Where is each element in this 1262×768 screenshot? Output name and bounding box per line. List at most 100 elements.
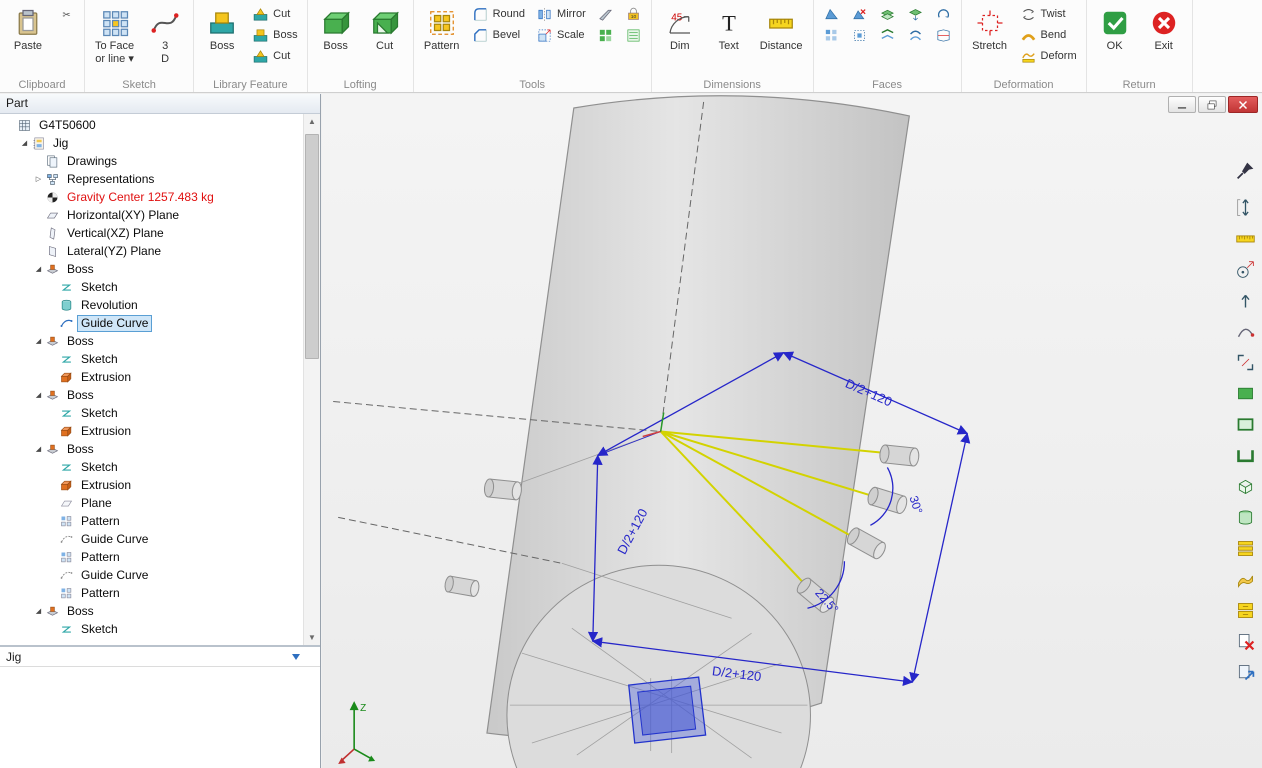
pin-button[interactable] — [1232, 158, 1258, 182]
corner-measure-button[interactable] — [1232, 350, 1258, 374]
library-boss-button[interactable]: Boss — [199, 4, 245, 54]
tree-expander-icon[interactable]: ▷ — [32, 175, 45, 183]
footer-row[interactable]: Jig — [0, 647, 320, 667]
close-button[interactable] — [1228, 96, 1258, 113]
tree-item-boss[interactable]: ◢Boss — [0, 260, 303, 278]
sketch-3d-button[interactable]: 3 D — [142, 4, 188, 67]
box-select-button[interactable] — [1232, 474, 1258, 498]
arrow-direction-button[interactable] — [1232, 288, 1258, 312]
library-cut2-button[interactable]: Cut — [248, 46, 301, 66]
tree-item-sketch[interactable]: Sketch — [0, 278, 303, 296]
ruler-horizontal-button[interactable] — [1232, 226, 1258, 250]
tree-item-revolution[interactable]: Revolution — [0, 296, 303, 314]
library-cut-button[interactable]: Cut — [248, 4, 301, 24]
restore-button[interactable] — [1198, 96, 1226, 113]
boss-cylinder-right-1[interactable] — [879, 444, 920, 466]
face-draft-button[interactable] — [819, 4, 844, 24]
viewport-canvas[interactable]: D/2+120 D/2+120 D/2+120 30° 22.5° Z — [322, 94, 1262, 768]
scroll-up-icon[interactable]: ▲ — [304, 114, 320, 129]
exit-button[interactable]: Exit — [1141, 4, 1187, 54]
tree-expander-icon[interactable]: ◢ — [32, 265, 45, 273]
tree-item-pattern[interactable]: Pattern — [0, 548, 303, 566]
tree-item-jig[interactable]: ◢Jig — [0, 134, 303, 152]
tree-item-extrusion[interactable]: Extrusion — [0, 476, 303, 494]
face-rotate-button[interactable] — [931, 4, 956, 24]
face-split-button[interactable] — [931, 25, 956, 45]
ok-button[interactable]: OK — [1092, 4, 1138, 54]
shell-select-button[interactable] — [1232, 443, 1258, 467]
face-twist-button[interactable] — [903, 25, 928, 45]
dim-button[interactable]: 45Dim — [657, 4, 703, 54]
face-select-button[interactable] — [1232, 381, 1258, 405]
tree-expander-icon[interactable]: ◢ — [18, 139, 31, 147]
list-button[interactable] — [621, 25, 646, 45]
surface-button[interactable] — [1232, 567, 1258, 591]
loft-boss-button[interactable]: Boss — [313, 4, 359, 54]
export-view-button[interactable] — [1232, 660, 1258, 684]
tree-item-g4t50600[interactable]: G4T50600 — [0, 116, 303, 134]
tree-item-boss[interactable]: ◢Boss — [0, 440, 303, 458]
snap-center-button[interactable] — [1232, 257, 1258, 281]
boss-cylinder-left-1[interactable] — [484, 479, 523, 501]
curve-probe-button[interactable] — [1232, 319, 1258, 343]
scroll-down-icon[interactable]: ▼ — [304, 630, 320, 645]
tree-item-lateral-yz-plane[interactable]: Lateral(YZ) Plane — [0, 242, 303, 260]
text-button[interactable]: TText — [706, 4, 752, 54]
face-copy-button[interactable] — [903, 4, 928, 24]
tree-item-gravity-center-1257-483-kg[interactable]: Gravity Center 1257.483 kg — [0, 188, 303, 206]
mirror-button[interactable]: Mirror — [532, 4, 590, 24]
tree-item-sketch[interactable]: Sketch — [0, 458, 303, 476]
tree-item-extrusion[interactable]: Extrusion — [0, 422, 303, 440]
tree-item-boss[interactable]: ◢Boss — [0, 602, 303, 620]
boss-cylinder-right-3[interactable] — [845, 526, 888, 561]
sketch-square[interactable] — [629, 677, 706, 743]
library-boss-small-button[interactable]: Boss — [248, 25, 301, 45]
loft-cut-button[interactable]: Cut — [362, 4, 408, 54]
distance-button[interactable]: Distance — [755, 4, 808, 54]
tree-item-pattern[interactable]: Pattern — [0, 584, 303, 602]
sketch-to-face-button[interactable]: To Face or line ▾ — [90, 4, 139, 67]
face-offset-button[interactable] — [875, 4, 900, 24]
tree-item-representations[interactable]: ▷Representations — [0, 170, 303, 188]
tree-item-drawings[interactable]: Drawings — [0, 152, 303, 170]
tree-item-plane[interactable]: Plane — [0, 494, 303, 512]
trim-button[interactable] — [593, 4, 618, 24]
tree-item-sketch[interactable]: Sketch — [0, 620, 303, 638]
drawers-button[interactable] — [1232, 598, 1258, 622]
tree-item-boss[interactable]: ◢Boss — [0, 332, 303, 350]
paste-button[interactable]: Paste — [5, 4, 51, 54]
face-replace-button[interactable] — [875, 25, 900, 45]
scale-button[interactable]: Scale — [532, 25, 590, 45]
minimize-button[interactable] — [1168, 96, 1196, 113]
boss-cylinder-left-2[interactable] — [444, 575, 480, 597]
bend-button[interactable]: Bend — [1016, 25, 1081, 45]
deform-button[interactable]: Deform — [1016, 46, 1081, 66]
tree-item-guide-curve[interactable]: Guide Curve — [0, 566, 303, 584]
tree-item-guide-curve[interactable]: Guide Curve — [0, 530, 303, 548]
pattern-button[interactable]: Pattern — [419, 4, 465, 54]
cylinder-select-button[interactable] — [1232, 505, 1258, 529]
round-button[interactable]: Round — [468, 4, 529, 24]
tree-scrollbar[interactable]: ▲ ▼ — [303, 114, 320, 645]
tree-item-pattern[interactable]: Pattern — [0, 512, 303, 530]
fit-view-button[interactable] — [1232, 195, 1258, 219]
viewport[interactable]: D/2+120 D/2+120 D/2+120 30° 22.5° Z — [322, 94, 1262, 768]
cut-clipboard-button[interactable]: ✂ — [54, 4, 79, 24]
tree-item-vertical-xz-plane[interactable]: Vertical(XZ) Plane — [0, 224, 303, 242]
face-delete-button[interactable] — [847, 4, 872, 24]
delete-annotation-button[interactable] — [1232, 629, 1258, 653]
solid-select-button[interactable] — [1232, 412, 1258, 436]
tree-item-horizontal-xy-plane[interactable]: Horizontal(XY) Plane — [0, 206, 303, 224]
tree-expander-icon[interactable]: ◢ — [32, 337, 45, 345]
stretch-button[interactable]: Stretch — [967, 4, 1013, 54]
tree-item-guide-curve[interactable]: Guide Curve — [0, 314, 303, 332]
tree-expander-icon[interactable]: ◢ — [32, 391, 45, 399]
tree-item-sketch[interactable]: Sketch — [0, 404, 303, 422]
face-shrink-button[interactable] — [847, 25, 872, 45]
scroll-thumb[interactable] — [305, 134, 319, 359]
tree-expander-icon[interactable]: ◢ — [32, 607, 45, 615]
tree-item-sketch[interactable]: Sketch — [0, 350, 303, 368]
twist-button[interactable]: Twist — [1016, 4, 1081, 24]
layers-button[interactable] — [1232, 536, 1258, 560]
bevel-button[interactable]: Bevel — [468, 25, 529, 45]
